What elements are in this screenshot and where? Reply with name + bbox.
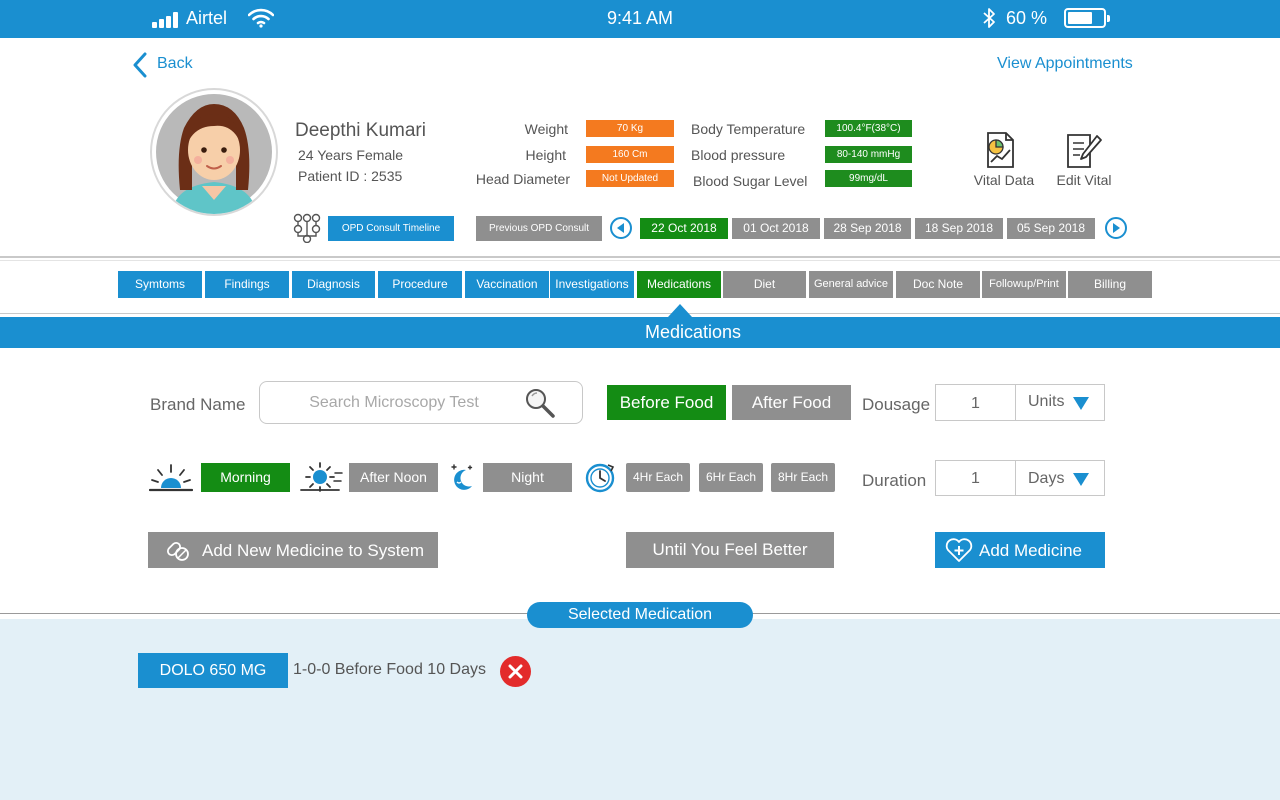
interval-4hr-button[interactable]: 4Hr Each: [626, 463, 690, 492]
tab-procedure[interactable]: Procedure: [378, 271, 462, 298]
interval-clock-icon: [585, 463, 615, 493]
edit-vital-icon: [1067, 134, 1102, 168]
timeline-prev-button[interactable]: [610, 217, 632, 239]
blood-pressure-label: Blood pressure: [691, 147, 786, 163]
opd-consult-timeline-button[interactable]: OPD Consult Timeline: [328, 216, 454, 241]
section-title: Medications: [106, 317, 1280, 348]
timeline-date-chip[interactable]: 01 Oct 2018: [732, 218, 820, 239]
pills-icon: [166, 541, 189, 561]
chevron-left-icon: [133, 52, 147, 78]
vital-data-button[interactable]: Vital Data: [970, 130, 1038, 190]
body-temperature-value: 100.4°F(38°C): [825, 120, 912, 137]
interval-6hr-button[interactable]: 6Hr Each: [699, 463, 763, 492]
tab-billing[interactable]: Billing: [1068, 271, 1152, 298]
after-food-button[interactable]: After Food: [732, 385, 851, 420]
dosage-selector[interactable]: 1 Units: [935, 384, 1105, 421]
dosage-unit: Units: [1028, 393, 1065, 410]
tab-vaccination[interactable]: Vaccination: [465, 271, 549, 298]
selected-medication-panel: [0, 619, 1280, 800]
medicine-name-tag[interactable]: DOLO 650 MG: [138, 653, 288, 688]
battery-icon: [1064, 8, 1110, 28]
patient-name: Deepthi Kumari: [295, 120, 426, 141]
bluetooth-icon: [983, 8, 995, 28]
timeline-date-chip[interactable]: 18 Sep 2018: [915, 218, 1003, 239]
add-medicine-label: Add Medicine: [979, 541, 1083, 560]
tab-followup-print[interactable]: Followup/Print: [982, 271, 1066, 298]
timeline-next-button[interactable]: [1105, 217, 1127, 239]
divider: [0, 313, 1280, 314]
vital-data-label: Vital Data: [973, 172, 1035, 188]
duration-label: Duration: [862, 471, 927, 490]
tab-findings[interactable]: Findings: [205, 271, 289, 298]
patient-avatar-icon: [156, 94, 272, 214]
sunrise-icon: [149, 464, 193, 492]
active-tab-pointer-icon: [668, 304, 692, 317]
timeline-date-chip[interactable]: 05 Sep 2018: [1007, 218, 1095, 239]
dropdown-arrow-icon[interactable]: [1073, 397, 1089, 410]
before-food-button[interactable]: Before Food: [607, 385, 726, 420]
battery-percent: 60 %: [1006, 8, 1048, 28]
medicine-detail: 1-0-0 Before Food 10 Days: [293, 661, 486, 678]
duration-unit: Days: [1028, 470, 1065, 487]
morning-button[interactable]: Morning: [201, 463, 290, 492]
remove-medicine-button[interactable]: [500, 656, 531, 687]
view-appointments-link[interactable]: View Appointments: [997, 55, 1133, 73]
patient-id: Patient ID : 2535: [298, 168, 403, 184]
duration-value[interactable]: 1: [936, 461, 1015, 495]
head-diameter-label: Head Diameter: [475, 171, 570, 187]
until-you-feel-better-button[interactable]: Until You Feel Better: [626, 532, 834, 568]
timeline-tree-icon: [293, 213, 321, 243]
duration-selector[interactable]: 1 Days: [935, 460, 1105, 496]
interval-8hr-button[interactable]: 8Hr Each: [771, 463, 835, 492]
tab-doc-note[interactable]: Doc Note: [896, 271, 980, 298]
avatar: [150, 88, 278, 216]
status-bar: Airtel 9:41 AM 60 %: [0, 0, 1280, 38]
night-moon-icon: [451, 464, 473, 490]
afternoon-button[interactable]: After Noon: [349, 463, 438, 492]
weight-label: Weight: [524, 121, 568, 137]
dropdown-arrow-icon[interactable]: [1073, 473, 1089, 486]
timeline-date-chip[interactable]: 28 Sep 2018: [824, 218, 911, 239]
night-button[interactable]: Night: [483, 463, 572, 492]
add-new-medicine-button[interactable]: Add New Medicine to System: [148, 532, 438, 568]
vital-data-icon: [987, 132, 1014, 168]
search-icon[interactable]: [523, 386, 557, 420]
afternoon-sun-icon: [300, 462, 343, 492]
close-icon: [508, 664, 523, 679]
previous-opd-consult-button[interactable]: Previous OPD Consult: [476, 216, 602, 241]
weight-value: 70 Kg: [586, 120, 674, 137]
dosage-label: Dousage: [862, 395, 931, 414]
tab-diagnosis[interactable]: Diagnosis: [292, 271, 375, 298]
timeline-date-chip[interactable]: 22 Oct 2018: [640, 218, 728, 239]
blood-pressure-value: 80-140 mmHg: [825, 146, 912, 163]
section-header-bar: [0, 317, 106, 348]
body-temperature-label: Body Temperature: [691, 121, 806, 137]
height-value: 160 Cm: [586, 146, 674, 163]
tab-diet[interactable]: Diet: [723, 271, 806, 298]
blood-sugar-label: Blood Sugar Level: [693, 173, 808, 189]
tab-general-advice[interactable]: General advice: [809, 271, 893, 298]
heart-plus-icon: [945, 538, 973, 562]
back-label: Back: [157, 55, 193, 72]
head-diameter-value: Not Updated: [586, 170, 674, 187]
tab-symtoms[interactable]: Symtoms: [118, 271, 202, 298]
edit-vital-label: Edit Vital: [1056, 172, 1112, 188]
brand-search-box: [259, 381, 583, 424]
blood-sugar-value: 99mg/dL: [825, 170, 912, 187]
divider: [0, 256, 1280, 258]
add-new-medicine-label: Add New Medicine to System: [202, 541, 425, 560]
divider: [0, 260, 1280, 261]
selected-medication-title: Selected Medication: [527, 602, 753, 628]
height-label: Height: [525, 147, 566, 163]
tab-investigations[interactable]: Investigations: [550, 271, 634, 298]
add-medicine-button[interactable]: Add Medicine: [935, 532, 1105, 568]
dosage-value[interactable]: 1: [936, 385, 1015, 420]
brand-search-input[interactable]: [274, 391, 514, 415]
triangle-right-icon: [1113, 223, 1120, 233]
tab-medications[interactable]: Medications: [637, 271, 721, 298]
edit-vital-button[interactable]: Edit Vital: [1050, 130, 1118, 190]
triangle-left-icon: [617, 223, 624, 233]
patient-age-gender: 24 Years Female: [298, 147, 404, 163]
brand-name-label: Brand Name: [150, 395, 246, 414]
